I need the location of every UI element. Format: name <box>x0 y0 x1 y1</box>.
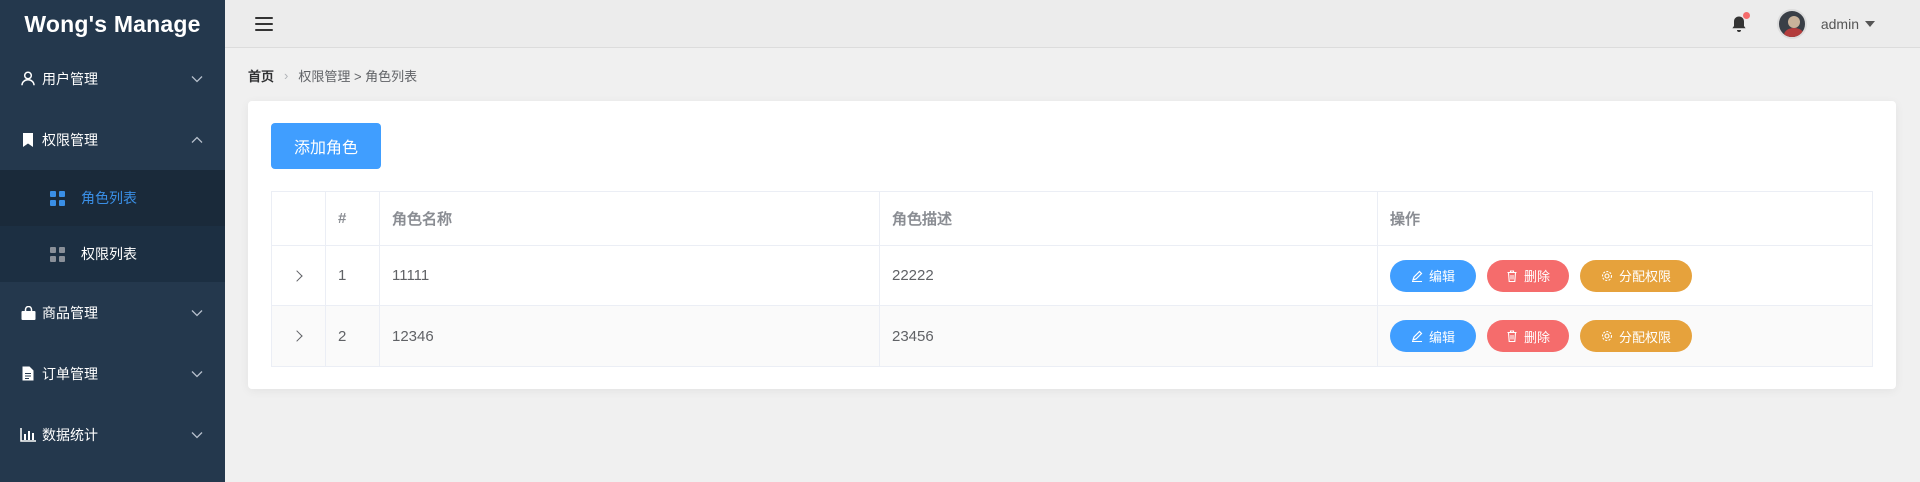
grid-icon <box>50 246 65 262</box>
menu-toggle-icon[interactable] <box>255 16 273 31</box>
edit-button[interactable]: 编辑 <box>1390 259 1476 292</box>
trash-icon <box>1506 330 1518 342</box>
row-index: 1 <box>326 246 380 305</box>
sidebar-item-label: 权限管理 <box>42 131 98 148</box>
shopping-bag-icon <box>20 305 36 321</box>
notification-dot <box>1742 12 1750 19</box>
chevron-down-icon <box>191 73 203 85</box>
row-role-desc: 22222 <box>880 246 1378 305</box>
table-header-operations: 操作 <box>1390 211 1421 228</box>
sidebar-item-goods-management[interactable]: 商品管理 <box>0 282 225 343</box>
assign-permission-label: 分配权限 <box>1618 329 1671 345</box>
table-header-role-desc: 角色描述 <box>880 192 1378 245</box>
sidebar-item-label: 商品管理 <box>42 304 98 321</box>
breadcrumb: 首页 › 权限管理 > 角色列表 <box>248 66 417 85</box>
row-index: 2 <box>326 306 380 366</box>
assign-permission-label: 分配权限 <box>1618 269 1671 284</box>
bookmark-icon <box>20 132 36 148</box>
assign-permission-button[interactable]: 分配权限 <box>1580 320 1692 352</box>
chevron-down-icon <box>191 307 203 319</box>
trash-icon <box>1506 269 1518 282</box>
assign-permission-button[interactable]: 分配权限 <box>1580 259 1692 292</box>
sidebar-item-role-list[interactable]: 角色列表 <box>0 170 225 226</box>
sidebar-item-permission-management[interactable]: 权限管理 <box>0 109 225 170</box>
delete-button-label: 删除 <box>1523 329 1550 345</box>
edit-icon <box>1411 270 1423 282</box>
sidebar-item-label: 订单管理 <box>42 365 98 382</box>
breadcrumb-home[interactable]: 首页 <box>248 66 274 85</box>
top-header: admin <box>225 0 1920 48</box>
header-right: admin <box>1729 0 1875 48</box>
sidebar-item-order-management[interactable]: 订单管理 <box>0 343 225 404</box>
document-icon <box>20 366 36 382</box>
chevron-down-icon <box>191 368 203 380</box>
roles-table: # 角色名称 角色描述 操作 1 11111 22222 编辑 删除 分配权限 … <box>271 191 1873 367</box>
sidebar-item-label: 用户管理 <box>42 70 98 87</box>
sidebar-item-label: 权限列表 <box>81 246 137 262</box>
edit-button[interactable]: 编辑 <box>1390 320 1476 352</box>
edit-icon <box>1411 330 1423 342</box>
expand-row-button[interactable] <box>272 306 326 366</box>
sidebar: Wong's Manage 用户管理 权限管理 角色列表 权限列表 商品管理 订… <box>0 0 225 482</box>
submenu-permission: 角色列表 权限列表 <box>0 170 225 282</box>
gear-icon <box>1601 330 1613 342</box>
notification-bell-icon[interactable] <box>1729 12 1750 34</box>
table-header-row: # 角色名称 角色描述 操作 <box>272 192 1872 246</box>
user-name[interactable]: admin <box>1821 16 1859 32</box>
breadcrumb-path: 权限管理 > 角色列表 <box>298 69 418 84</box>
chevron-right-icon <box>291 330 303 342</box>
table-header-role-name: 角色名称 <box>380 192 880 245</box>
app-logo: Wong's Manage <box>24 10 201 37</box>
row-role-name: 11111 <box>380 246 880 305</box>
chevron-down-icon <box>191 429 203 441</box>
sidebar-item-user-management[interactable]: 用户管理 <box>0 48 225 109</box>
sidebar-item-statistics[interactable]: 数据统计 <box>0 404 225 465</box>
table-header-expand <box>272 192 326 245</box>
table-row: 1 11111 22222 编辑 删除 分配权限 <box>272 246 1872 306</box>
row-role-name: 12346 <box>380 306 880 366</box>
gear-icon <box>1601 270 1613 282</box>
table-row: 2 12346 23456 编辑 删除 分配权限 <box>272 306 1872 366</box>
table-header-index: # <box>326 192 380 245</box>
caret-down-icon[interactable] <box>1865 21 1875 27</box>
avatar[interactable] <box>1776 9 1807 39</box>
chevron-right-icon <box>291 269 303 282</box>
content-card: 添加角色 # 角色名称 角色描述 操作 1 11111 22222 编辑 删除 <box>248 101 1896 389</box>
sidebar-item-label: 角色列表 <box>81 190 137 206</box>
chevron-up-icon <box>191 134 203 146</box>
delete-button-label: 删除 <box>1523 269 1550 284</box>
breadcrumb-separator-icon: › <box>284 68 289 83</box>
delete-button[interactable]: 删除 <box>1487 259 1569 292</box>
bar-chart-icon <box>20 427 36 443</box>
edit-button-label: 编辑 <box>1428 269 1455 284</box>
user-icon <box>20 71 36 87</box>
expand-row-button[interactable] <box>272 246 326 305</box>
add-role-button[interactable]: 添加角色 <box>271 123 381 169</box>
sidebar-item-label: 数据统计 <box>42 426 98 443</box>
sidebar-item-permission-list[interactable]: 权限列表 <box>0 226 225 282</box>
row-role-desc: 23456 <box>880 306 1378 366</box>
grid-icon <box>50 190 65 206</box>
edit-button-label: 编辑 <box>1428 329 1455 345</box>
delete-button[interactable]: 删除 <box>1487 320 1569 352</box>
row-actions: 编辑 删除 分配权限 <box>1378 246 1872 305</box>
row-actions: 编辑 删除 分配权限 <box>1378 306 1872 366</box>
